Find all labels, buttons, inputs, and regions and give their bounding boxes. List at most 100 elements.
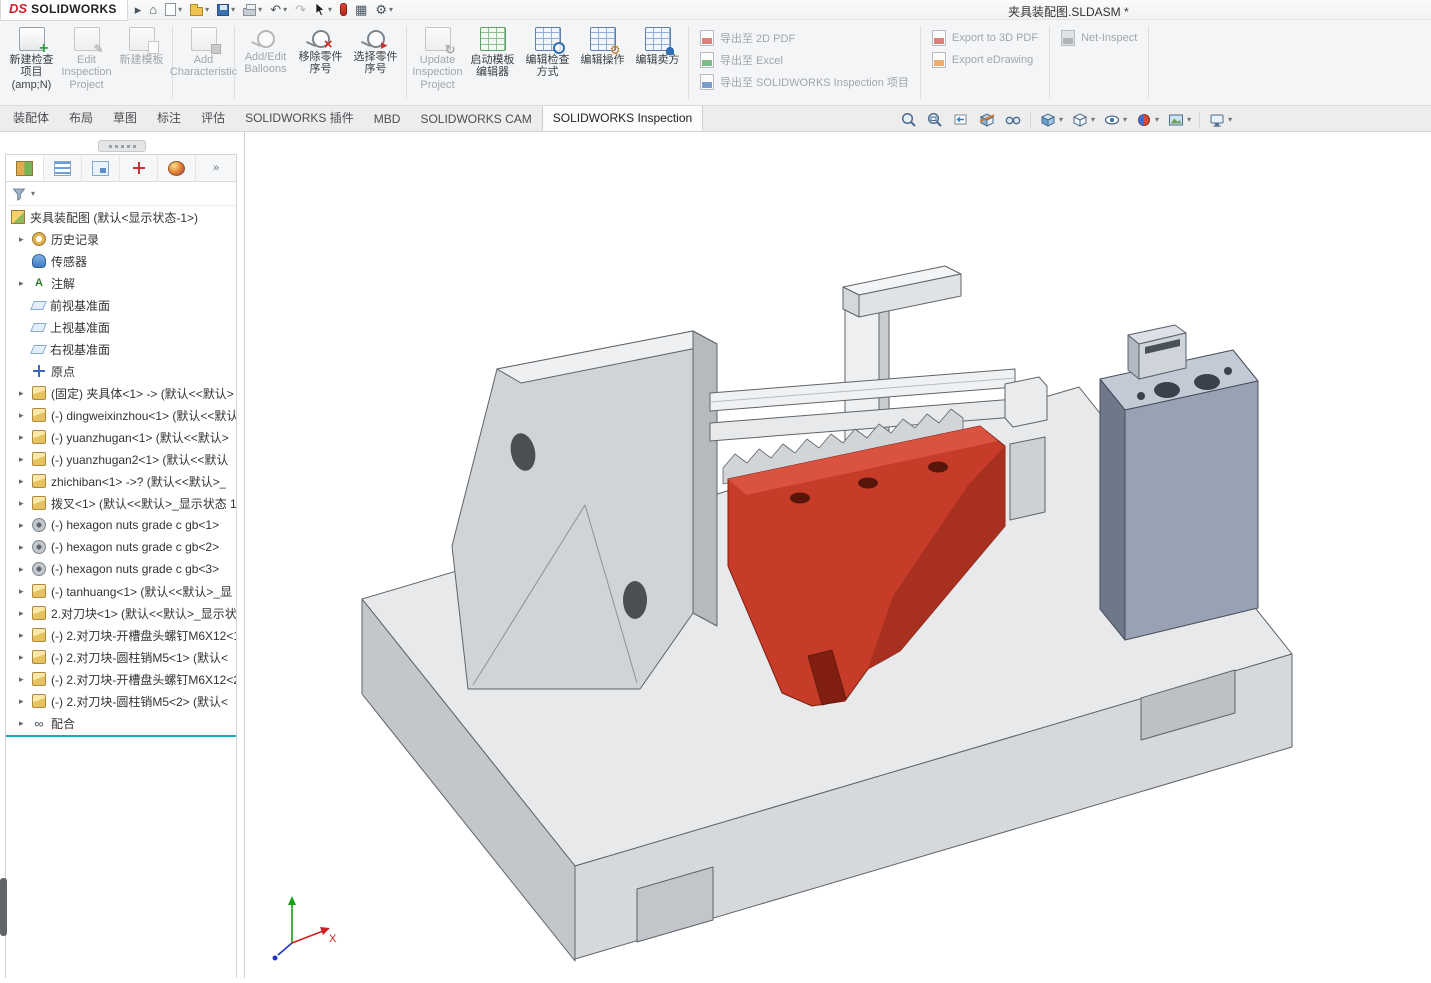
edit-inspection-project-button[interactable]: Edit Inspection Project [59,22,114,103]
chevron-down-icon[interactable]: ▾ [31,189,35,198]
view-settings-button[interactable]: ▾ [1206,109,1234,131]
launch-template-editor-button[interactable]: 启动模板编辑器 [465,22,520,103]
edit-inspection-method-button[interactable]: 编辑检查方式 [520,22,575,103]
section-view-button[interactable] [976,109,998,131]
expand-arrow-icon[interactable]: ▸ [19,388,31,399]
tree-item-component-hexnut-2[interactable]: ▸ (-) hexagon nuts grade c gb<2> [6,536,236,558]
select-tool-button[interactable]: ▾ [311,1,335,19]
open-button[interactable]: ▾ [187,1,212,19]
export-excel-button[interactable]: 导出至 Excel [700,52,909,68]
tree-item-history[interactable]: ▸ 历史记录 [6,228,236,250]
export-3d-pdf-button[interactable]: Export to 3D PDF [931,30,1038,46]
expand-arrow-icon[interactable]: ▸ [19,630,31,641]
propertymanager-tab[interactable] [44,155,82,181]
tree-item-plane-front[interactable]: ▸ 前视基准面 [6,294,236,316]
design-table-button[interactable]: ▦ [352,1,370,19]
redo-button[interactable]: ↷ [292,1,309,19]
tab-solidworks-inspection[interactable]: SOLIDWORKS Inspection [541,105,704,131]
select-balloons-button[interactable]: 选择零件序号 [348,22,403,103]
tab-markup[interactable]: 标注 [147,104,191,131]
undo-button[interactable]: ↶ ▾ [267,1,290,19]
expand-arrow-icon[interactable]: ▸ [19,432,31,443]
tree-item-component-screw-2[interactable]: ▸ (-) 2.对刀块-开槽盘头螺钉M6X12<2 [6,668,236,690]
expand-arrow-icon[interactable]: ▸ [19,564,31,575]
featuremanager-tab[interactable] [6,155,44,181]
panel-scrollbar-thumb[interactable] [0,878,7,936]
net-inspect-button[interactable]: Net-Inspect [1061,30,1137,46]
view-orientation-button[interactable]: ▾ [1037,109,1065,131]
tree-item-component-screw-1[interactable]: ▸ (-) 2.对刀块-开槽盘头螺钉M6X12<1 [6,624,236,646]
tree-item-component-dingweixinzhou[interactable]: ▸ (-) dingweixinzhou<1> (默认<<默认> [6,404,236,426]
expand-arrow-icon[interactable]: ▸ [19,278,31,289]
new-template-button[interactable]: 新建模板 [114,22,169,103]
remove-balloons-button[interactable]: 移除零件序号 [293,22,348,103]
dimxpertmanager-tab[interactable] [120,155,158,181]
expand-arrow-icon[interactable]: ▸ [19,696,31,707]
zoom-area-button[interactable] [924,109,946,131]
configurationmanager-tab[interactable] [82,155,120,181]
tree-item-component-pin-1[interactable]: ▸ (-) 2.对刀块-圆柱销M5<1> (默认< [6,646,236,668]
update-inspection-project-button[interactable]: Update Inspection Project [410,22,465,103]
tree-item-component-tanhuang[interactable]: ▸ (-) tanhuang<1> (默认<<默认>_显 [6,580,236,602]
app-menu-arrow[interactable]: ▸ [132,1,145,19]
tree-item-sensors[interactable]: ▸ 传感器 [6,250,236,272]
displaymanager-tab[interactable] [158,155,196,181]
options-button[interactable]: ⚙ ▾ [372,1,396,19]
add-characteristic-button[interactable]: Add Characteristic [170,22,237,103]
new-inspection-project-button[interactable]: 新建检查项目 (amp;N) [4,22,59,103]
filter-funnel-icon[interactable] [11,186,27,202]
expand-arrow-icon[interactable]: ▸ [19,652,31,663]
save-button[interactable]: ▾ [214,1,238,19]
home-button[interactable]: ⌂ [146,1,160,19]
tree-item-plane-top[interactable]: ▸ 上视基准面 [6,316,236,338]
tab-layout[interactable]: 布局 [59,104,103,131]
expand-arrow-icon[interactable]: ▸ [19,476,31,487]
edit-operation-button[interactable]: 编辑操作 [575,22,630,103]
manager-tab-overflow[interactable]: » [196,155,236,181]
tree-root-assembly[interactable]: 夹具装配图 (默认<显示状态-1>) [6,206,236,228]
tab-evaluate[interactable]: 评估 [191,104,235,131]
expand-arrow-icon[interactable]: ▸ [19,520,31,531]
tree-item-mates[interactable]: ▸ ∞ 配合 [6,712,236,734]
expand-arrow-icon[interactable]: ▸ [19,498,31,509]
tree-item-component-bocha[interactable]: ▸ 拨叉<1> (默认<<默认>_显示状态 1 [6,492,236,514]
tree-item-component-jiajuti[interactable]: ▸ (固定) 夹具体<1> -> (默认<<默认> [6,382,236,404]
dynamic-annotation-views-button[interactable] [1002,109,1024,131]
tab-sketch[interactable]: 草图 [103,104,147,131]
export-inspection-project-button[interactable]: 导出至 SOLIDWORKS Inspection 项目 [700,74,909,90]
expand-arrow-icon[interactable]: ▸ [19,586,31,597]
apply-scene-button[interactable]: ▾ [1165,109,1193,131]
previous-view-button[interactable] [950,109,972,131]
graphics-viewport[interactable]: X [245,132,1431,978]
tree-item-component-zhichiban[interactable]: ▸ zhichiban<1> ->? (默认<<默认>_ [6,470,236,492]
zoom-fit-button[interactable] [898,109,920,131]
edit-vendor-button[interactable]: 编辑卖方 [630,22,685,103]
expand-arrow-icon[interactable]: ▸ [19,454,31,465]
rebuild-button[interactable] [337,1,350,19]
print-button[interactable]: ▾ [240,1,265,19]
tab-addins[interactable]: SOLIDWORKS 插件 [235,104,364,131]
new-document-button[interactable]: ▾ [162,1,185,19]
model-canvas[interactable]: X [245,132,1431,978]
tab-assembly[interactable]: 装配体 [3,104,59,131]
tree-item-component-hexnut-3[interactable]: ▸ (-) hexagon nuts grade c gb<3> [6,558,236,580]
edit-appearance-button[interactable]: ▾ [1133,109,1161,131]
export-edrawing-button[interactable]: Export eDrawing [931,52,1038,68]
expand-arrow-icon[interactable]: ▸ [19,674,31,685]
panel-splitter-handle[interactable] [98,140,146,152]
tree-item-component-yuanzhugan2[interactable]: ▸ (-) yuanzhugan2<1> (默认<<默认 [6,448,236,470]
app-logo[interactable]: DS SOLIDWORKS [0,0,128,21]
tree-item-component-pin-2[interactable]: ▸ (-) 2.对刀块-圆柱销M5<2> (默认< [6,690,236,712]
tab-mbd[interactable]: MBD [364,107,411,131]
export-2d-pdf-button[interactable]: 导出至 2D PDF [700,30,909,46]
expand-arrow-icon[interactable]: ▸ [19,410,31,421]
tree-item-component-duidaokuai[interactable]: ▸ 2.对刀块<1> (默认<<默认>_显示状 [6,602,236,624]
hide-show-items-button[interactable]: ▾ [1101,109,1129,131]
display-style-button[interactable]: ▾ [1069,109,1097,131]
tree-item-annotations[interactable]: ▸ A 注解 [6,272,236,294]
expand-arrow-icon[interactable]: ▸ [19,234,31,245]
tree-item-plane-right[interactable]: ▸ 右视基准面 [6,338,236,360]
tree-item-component-hexnut-1[interactable]: ▸ (-) hexagon nuts grade c gb<1> [6,514,236,536]
expand-arrow-icon[interactable]: ▸ [19,608,31,619]
expand-arrow-icon[interactable]: ▸ [19,542,31,553]
